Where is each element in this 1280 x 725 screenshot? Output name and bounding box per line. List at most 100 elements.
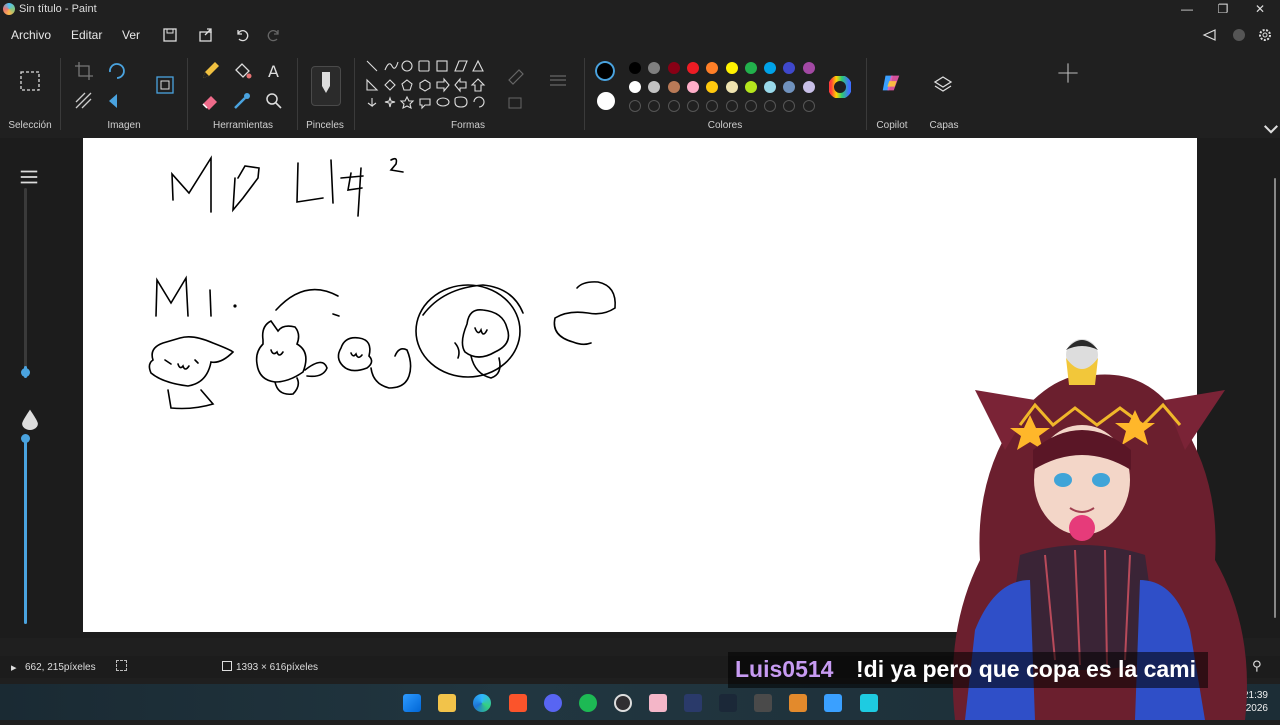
redo-icon[interactable] [265, 26, 283, 44]
color-swatch[interactable] [629, 81, 641, 93]
copilot-icon[interactable] [880, 72, 904, 96]
app-icon-4[interactable] [860, 694, 878, 712]
vertical-scrollbar[interactable] [1270, 138, 1280, 638]
group-colores-label: Colores [707, 120, 743, 131]
file-explorer-icon[interactable] [438, 694, 456, 712]
color-swatch[interactable] [725, 62, 738, 74]
share-icon[interactable] [197, 26, 215, 44]
color-swatch[interactable] [744, 81, 757, 93]
opacity-icon [19, 408, 38, 430]
color-swatch[interactable] [783, 81, 796, 93]
steam-icon[interactable] [719, 694, 737, 712]
stroke-size-slider[interactable] [21, 188, 30, 378]
ribbon-collapse-chevron-icon[interactable] [1260, 118, 1279, 134]
empty-custom-color-slot[interactable] [783, 100, 796, 112]
stream-chat-message: Luis0514 !di ya pero que copa es la cami [728, 652, 1208, 688]
empty-custom-color-slot[interactable] [725, 100, 738, 112]
empty-custom-color-slot[interactable] [706, 100, 719, 112]
color-swatch[interactable] [802, 81, 815, 93]
text-tool-icon[interactable]: A [263, 60, 285, 82]
chat-username: Luis0514 [735, 656, 834, 682]
feedback-icon[interactable] [1201, 26, 1219, 44]
empty-custom-color-slot[interactable] [744, 100, 757, 112]
undo-icon[interactable] [233, 26, 251, 44]
windows-start-icon[interactable] [403, 694, 421, 712]
separator [187, 58, 188, 130]
layers-icon[interactable] [932, 74, 954, 96]
color-picker-icon[interactable] [231, 90, 253, 112]
menu-ver[interactable]: Ver [122, 28, 140, 42]
color-wheel-icon[interactable] [828, 75, 852, 99]
menu-editar[interactable]: Editar [71, 28, 102, 42]
brush-settings-sidebar [0, 138, 83, 638]
crop-icon[interactable] [73, 60, 95, 82]
color-swatch[interactable] [744, 62, 757, 74]
shape-outline-icon[interactable] [505, 64, 527, 86]
color-swatch[interactable] [802, 62, 815, 74]
primary-color-swatch[interactable] [593, 59, 617, 83]
color-swatch[interactable] [706, 62, 719, 74]
empty-custom-color-slot[interactable] [667, 100, 680, 112]
cursor-pointer-icon: ▸ [11, 662, 17, 674]
empty-custom-color-slot[interactable] [648, 100, 661, 112]
paint-taskbar-icon[interactable] [649, 694, 667, 712]
color-swatch[interactable] [667, 81, 680, 93]
separator [584, 58, 585, 130]
selection-size-icon [116, 660, 127, 671]
color-swatch[interactable] [783, 62, 796, 74]
secondary-color-swatch[interactable] [597, 92, 615, 110]
restore-icon[interactable]: ❐ [1204, 0, 1242, 20]
select-rectangle-icon[interactable] [19, 70, 41, 92]
shape-fill-icon[interactable] [505, 92, 527, 114]
shapes-gallery[interactable] [364, 58, 490, 116]
color-swatch[interactable] [648, 81, 661, 93]
edge-browser-icon[interactable] [473, 694, 491, 712]
app-icon-2[interactable] [789, 694, 807, 712]
brave-browser-icon[interactable] [509, 694, 527, 712]
opacity-slider[interactable] [21, 434, 30, 624]
group-formas-label: Formas [451, 120, 485, 131]
empty-custom-color-slot[interactable] [686, 100, 699, 112]
flip-icon[interactable] [106, 90, 128, 112]
scrollbar-thumb[interactable] [1274, 178, 1276, 618]
chat-message-text: !di ya pero que copa es la cami [856, 656, 1197, 682]
color-swatch[interactable] [764, 62, 777, 74]
app-icon-1[interactable] [684, 694, 702, 712]
pencil-icon[interactable] [199, 60, 221, 82]
empty-custom-color-slot[interactable] [629, 100, 641, 112]
discord-icon[interactable] [544, 694, 562, 712]
brush-selector-icon[interactable] [311, 66, 341, 106]
paint-app-icon [3, 3, 15, 15]
color-swatch[interactable] [667, 62, 680, 74]
svg-text:A: A [268, 62, 279, 81]
eraser-icon[interactable] [199, 90, 221, 112]
obs-icon[interactable] [614, 694, 632, 712]
color-swatch[interactable] [706, 81, 719, 93]
calculator-icon[interactable] [754, 694, 772, 712]
save-icon[interactable] [161, 26, 179, 44]
close-icon[interactable]: ✕ [1241, 0, 1279, 20]
shape-size-icon[interactable] [547, 70, 569, 92]
color-swatch[interactable] [686, 62, 699, 74]
color-swatch[interactable] [648, 62, 661, 74]
settings-gear-icon[interactable] [1256, 26, 1274, 44]
account-icon[interactable] [1230, 26, 1248, 44]
empty-custom-color-slot[interactable] [764, 100, 777, 112]
rotate-icon[interactable] [106, 60, 128, 82]
magnifier-icon[interactable] [263, 90, 285, 112]
color-swatch[interactable] [629, 62, 641, 74]
spotify-icon[interactable] [579, 694, 597, 712]
color-swatch[interactable] [764, 81, 777, 93]
menu-archivo[interactable]: Archivo [11, 28, 51, 42]
remove-background-icon[interactable] [73, 90, 95, 112]
empty-custom-color-slot[interactable] [802, 100, 815, 112]
group-capas-label: Capas [929, 120, 959, 131]
minimize-icon[interactable]: — [1168, 0, 1206, 20]
fill-bucket-icon[interactable] [231, 60, 253, 82]
image-resize-icon[interactable] [154, 74, 176, 96]
crosshair-cursor-icon [1057, 62, 1078, 83]
group-pinceles-label: Pinceles [306, 120, 344, 131]
app-icon-3[interactable] [824, 694, 842, 712]
color-swatch[interactable] [725, 81, 738, 93]
color-swatch[interactable] [686, 81, 699, 93]
